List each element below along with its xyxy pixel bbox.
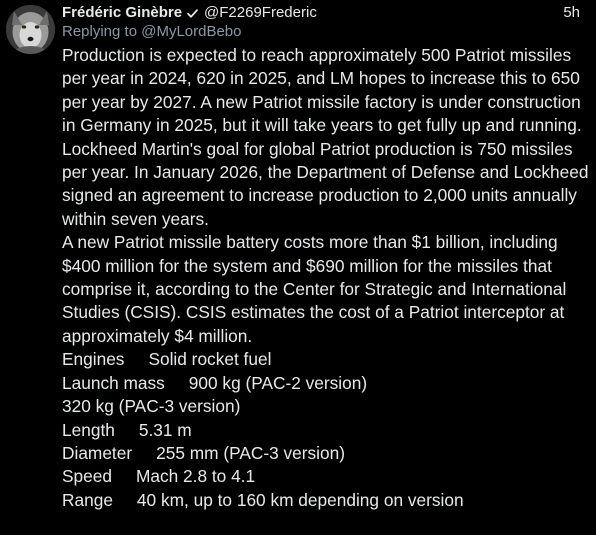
spec-length: Length 5.31 m — [62, 419, 192, 440]
spec-engines: Engines Solid rocket fuel — [62, 349, 272, 370]
handle[interactable]: @F2269Frederic — [204, 3, 317, 22]
tweet-content: Frédéric Ginèbre @F2269Frederic 5h Reply… — [62, 3, 588, 512]
spec-launch-mass: Launch mass 900 kg (PAC-2 version) — [62, 372, 368, 393]
tweet-body: Production is expected to reach approxim… — [62, 44, 590, 512]
replying-to-label: Replying to — [62, 23, 142, 40]
avatar[interactable] — [6, 5, 55, 54]
spec-diameter: Diameter 255 mm (PAC-3 version) — [62, 442, 345, 463]
verified-badge-icon — [186, 6, 199, 19]
body-paragraph-2: A new Patriot missile battery costs more… — [62, 232, 567, 346]
wolf-avatar-icon — [6, 5, 55, 54]
spec-launch-mass-pac3: 320 kg (PAC-3 version) — [62, 396, 241, 417]
replying-to: Replying to @MyLordBebo — [62, 22, 582, 42]
body-paragraph-1: Production is expected to reach approxim… — [62, 45, 589, 229]
timestamp[interactable]: 5h — [563, 3, 580, 22]
reply-mention-link[interactable]: @MyLordBebo — [141, 23, 241, 40]
spec-speed: Speed Mach 2.8 to 4.1 — [62, 466, 256, 487]
spec-range: Range 40 km, up to 160 km depending on v… — [62, 489, 464, 510]
tweet: Frédéric Ginèbre @F2269Frederic 5h Reply… — [0, 0, 596, 535]
display-name[interactable]: Frédéric Ginèbre — [62, 3, 182, 22]
tweet-header: Frédéric Ginèbre @F2269Frederic — [62, 3, 582, 22]
